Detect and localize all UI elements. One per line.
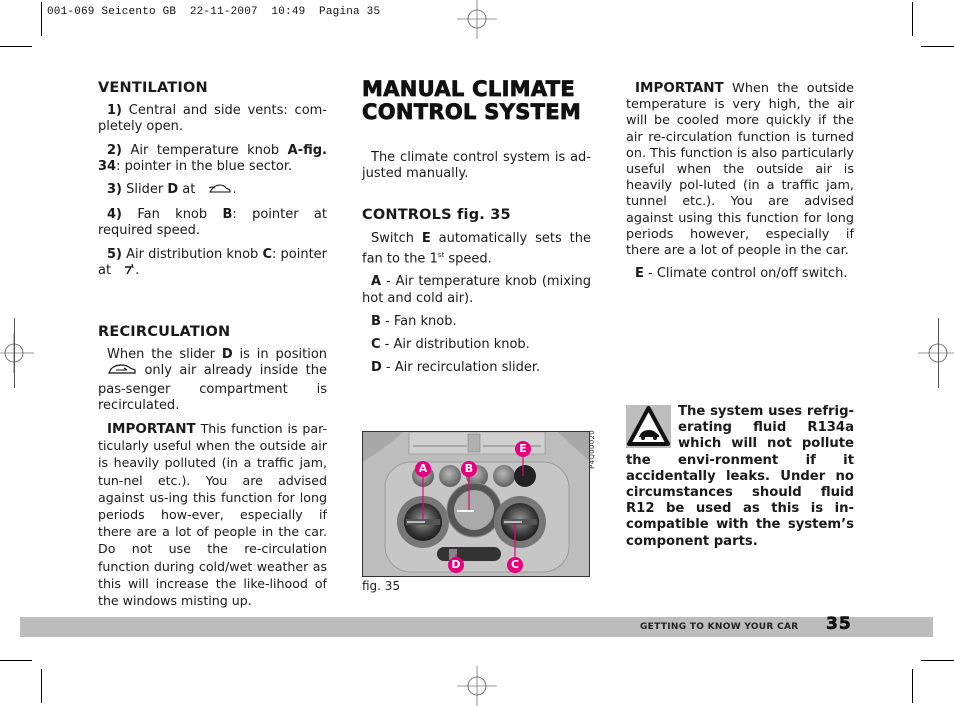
legend-item-b: B - Fan knob. [371, 313, 457, 329]
crop-mark [921, 46, 954, 47]
registration-mark-icon [457, 666, 497, 706]
air-to-feet-icon [115, 263, 135, 280]
legend-item-a: A - Air temperature knob (mixing hot and… [362, 274, 591, 306]
column-middle: MANUAL CLIMATE CONTROL SYSTEM The climat… [362, 77, 591, 383]
recirculation-car-icon [98, 363, 137, 381]
ventilation-step: 3) Slider D at . [98, 182, 327, 200]
intro-paragraph: The climate control system is ad-justed … [362, 150, 591, 182]
section-heading-controls: CONTROLS fig. 35 [362, 207, 511, 224]
crop-mark [912, 2, 913, 36]
ventilation-step: 2) Air temperature knob A-fig. 34: point… [98, 142, 327, 174]
recirculation-paragraph: When the slider D is in position only ai… [98, 347, 328, 413]
callout-c: C [507, 557, 523, 573]
section-heading-ventilation: VENTILATION [98, 80, 208, 96]
callout-e: E [515, 441, 531, 457]
ventilation-step: 5) Air distribution knob C: pointer at . [98, 247, 327, 280]
registration-mark-icon [0, 333, 34, 373]
callout-d: D [448, 557, 464, 573]
figure-code: P4Q00020 [588, 430, 596, 469]
section-heading-recirculation: RECIRCULATION [98, 324, 231, 341]
important-note: IMPORTANT When the outside temperature i… [626, 80, 854, 259]
crop-mark [912, 669, 913, 703]
crop-mark [41, 669, 42, 703]
legend-item-d: D - Air recirculation slider. [371, 360, 541, 376]
registration-mark-icon [457, 0, 497, 39]
column-left: VENTILATION 1) Central and side vents: c… [98, 80, 327, 617]
crop-mark [41, 2, 42, 36]
page-number: 35 [826, 614, 852, 635]
callout-a: A [415, 461, 431, 477]
fresh-air-car-icon [199, 183, 232, 200]
important-note: IMPORTANT This function is par-ticularly… [98, 421, 327, 609]
switch-paragraph: Switch E automatically sets the fan to t… [362, 230, 591, 267]
warning-text: The system uses refrig-erating fluid R13… [626, 404, 854, 549]
ventilation-step: 4) Fan knob B: pointer at required speed… [98, 207, 327, 239]
crop-mark [14, 318, 15, 388]
crop-mark [0, 660, 32, 661]
legend-item-c: C - Air distribution knob. [371, 336, 530, 352]
column-right: IMPORTANT When the outside temperature i… [626, 80, 854, 289]
climate-control-figure: A B E D C [362, 431, 590, 577]
callout-b: B [461, 461, 477, 477]
ventilation-step: 1) Central and side vents: com-pletely o… [98, 103, 328, 135]
figure-caption: fig. 35 [362, 579, 401, 593]
footer-section-title: GETTING TO KNOW YOUR CAR [640, 622, 799, 632]
print-slug: 001-069 Seicento GB 22-11-2007 10:49 Pag… [47, 6, 381, 18]
crop-mark [938, 318, 939, 388]
crop-mark [0, 46, 32, 47]
registration-mark-icon [918, 333, 954, 373]
page-title: MANUAL CLIMATE CONTROL SYSTEM [362, 77, 582, 124]
crop-mark [921, 660, 954, 661]
legend-item-e: E - Climate control on/off switch. [635, 266, 848, 282]
